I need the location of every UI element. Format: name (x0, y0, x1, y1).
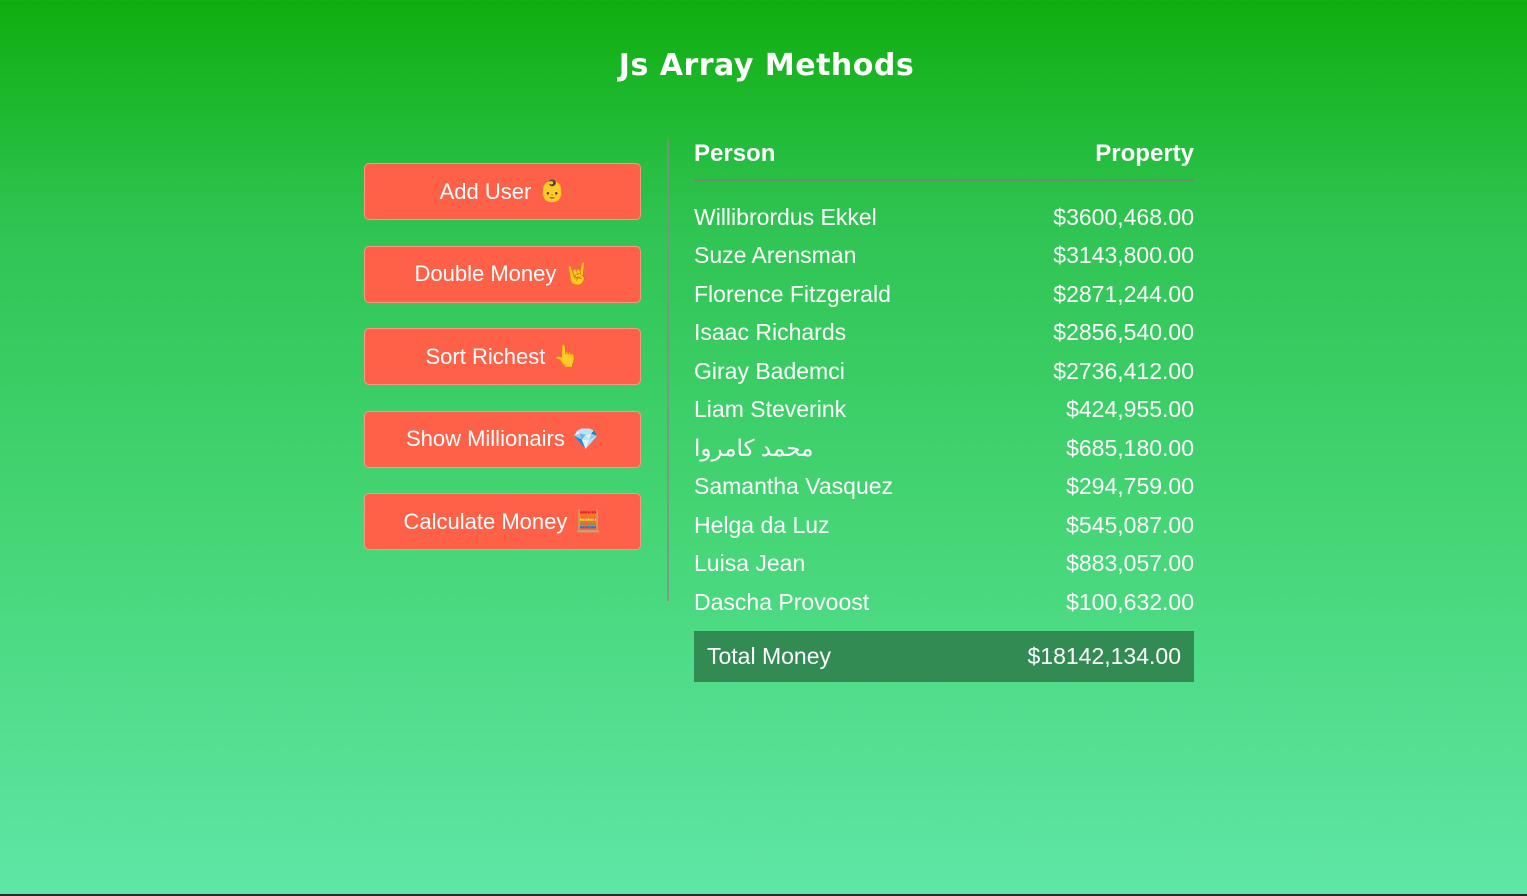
add-user-button[interactable]: Add User 👶 (364, 163, 641, 220)
table-header: Person Property (694, 138, 1194, 181)
person-name: Florence Fitzgerald (694, 280, 891, 307)
person-name: Isaac Richards (694, 319, 847, 346)
person-money: $2856,540.00 (1053, 319, 1194, 346)
table-row: Luisa Jean $883,057.00 (694, 545, 1194, 584)
person-name: Samantha Vasquez (694, 473, 894, 500)
abacus-icon: 🧮 (575, 509, 602, 533)
person-money: $424,955.00 (1066, 396, 1194, 423)
double-money-button[interactable]: Double Money 🤘 (364, 245, 641, 303)
person-money: $3600,468.00 (1053, 203, 1194, 230)
person-name: Dascha Provoost (694, 588, 870, 615)
table-row: Willibrordus Ekkel $3600,468.00 (694, 198, 1194, 237)
person-name: Luisa Jean (694, 550, 806, 577)
page-title: Js Array Methods (618, 48, 915, 83)
table-row: محمد كامروا $685,180.00 (694, 429, 1194, 468)
table-row: Helga da Luz $545,087.00 (694, 506, 1194, 545)
person-name: Liam Steverink (694, 396, 847, 423)
gem-icon: 💎 (572, 426, 600, 451)
double-money-label: Double Money (414, 261, 557, 286)
table-body: Willibrordus Ekkel $3600,468.00 Suze Are… (694, 198, 1194, 622)
table-row: Isaac Richards $2856,540.00 (694, 314, 1194, 353)
person-money: $2871,244.00 (1053, 280, 1194, 307)
sort-richest-label: Sort Richest (425, 343, 546, 369)
person-money: $3143,800.00 (1053, 242, 1194, 269)
total-value: $18142,134.00 (1027, 642, 1182, 669)
person-name: Helga da Luz (694, 511, 830, 538)
show-millionairs-label: Show Millionairs (405, 426, 565, 451)
person-name: Giray Bademci (694, 357, 845, 384)
person-name: Willibrordus Ekkel (694, 203, 877, 230)
people-table: Person Property Willibrordus Ekkel $3600… (694, 138, 1194, 682)
person-money: $883,057.00 (1066, 550, 1194, 577)
baby-icon: 👶 (539, 179, 566, 203)
pointing-up-icon: 👆 (553, 344, 580, 368)
person-money: $294,759.00 (1066, 473, 1194, 500)
total-money-bar: Total Money $18142,134.00 (694, 630, 1194, 682)
header-property: Property (1095, 139, 1194, 167)
add-user-label: Add User (439, 178, 532, 204)
person-money: $100,632.00 (1066, 588, 1194, 615)
total-label: Total Money (707, 642, 832, 669)
table-row: Dascha Provoost $100,632.00 (694, 583, 1194, 622)
header-person: Person (694, 139, 776, 167)
table-row: Liam Steverink $424,955.00 (694, 391, 1194, 430)
person-money: $2736,412.00 (1053, 357, 1194, 384)
calculate-money-label: Calculate Money (403, 508, 568, 534)
calculate-money-button[interactable]: Calculate Money 🧮 (364, 493, 641, 550)
person-money: $545,087.00 (1066, 511, 1194, 538)
show-millionairs-button[interactable]: Show Millionairs 💎 (364, 410, 641, 468)
person-name: Suze Arensman (694, 242, 857, 269)
sort-richest-button[interactable]: Sort Richest 👆 (364, 328, 641, 385)
table-row: Samantha Vasquez $294,759.00 (694, 468, 1194, 507)
table-row: Giray Bademci $2736,412.00 (694, 352, 1194, 391)
person-name: محمد كامروا (694, 434, 814, 461)
vertical-divider (667, 139, 669, 601)
table-row: Florence Fitzgerald $2871,244.00 (694, 275, 1194, 314)
rock-hand-icon: 🤘 (564, 261, 591, 286)
action-buttons: Add User 👶 Double Money 🤘 Sort Richest 👆… (364, 163, 641, 576)
table-row: Suze Arensman $3143,800.00 (694, 237, 1194, 276)
person-money: $685,180.00 (1066, 434, 1194, 461)
